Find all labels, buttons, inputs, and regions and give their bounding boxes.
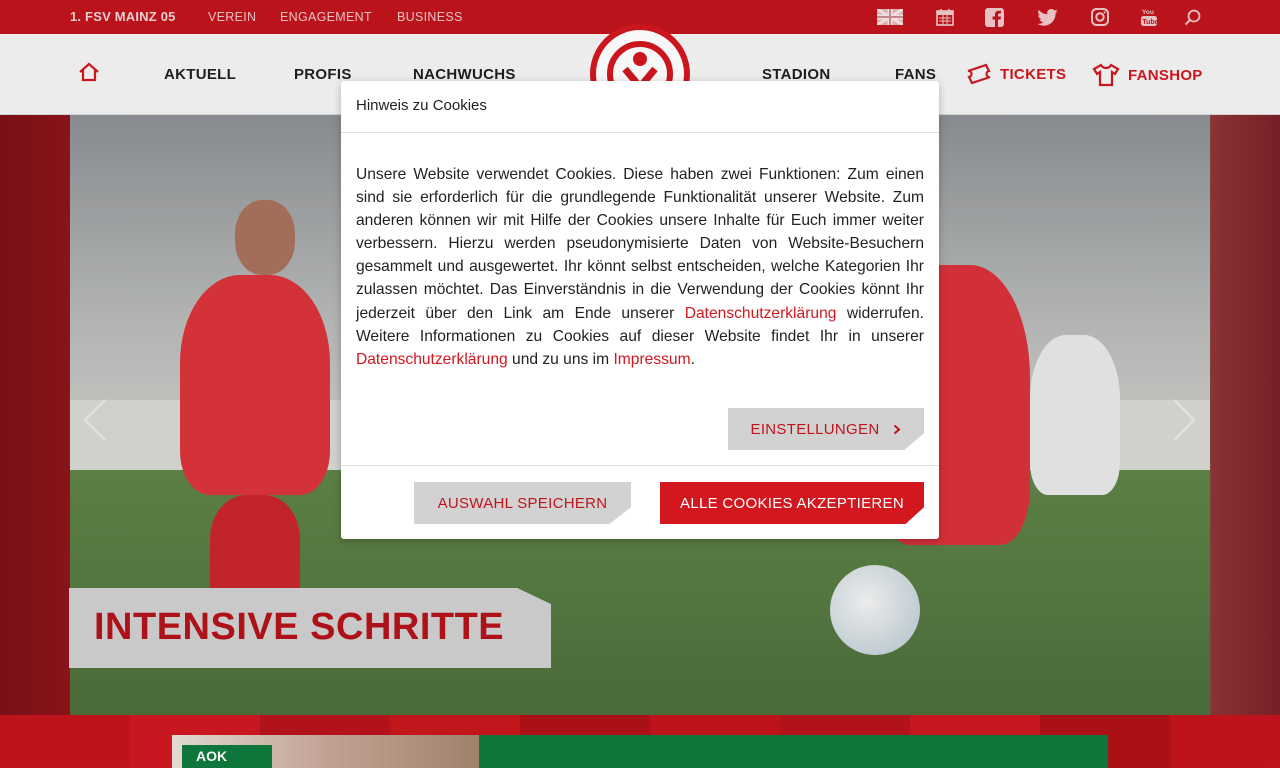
divider — [341, 465, 939, 466]
privacy-policy-link[interactable]: Datenschutzerklärung — [685, 305, 837, 322]
cookie-text-part: Unsere Website verwendet Cookies. Diese … — [356, 166, 924, 322]
cookie-text-part: . — [690, 350, 695, 368]
cookie-dialog: Hinweis zu Cookies Unsere Website verwen… — [341, 81, 939, 539]
save-selection-button[interactable]: AUSWAHL SPEICHERN — [414, 482, 631, 524]
imprint-link[interactable]: Impressum — [613, 351, 690, 368]
privacy-policy-link-2[interactable]: Datenschutzerklärung — [356, 351, 508, 368]
cookie-text-part: und zu uns im — [507, 350, 614, 368]
cookie-dialog-title: Hinweis zu Cookies — [356, 97, 487, 114]
accept-all-cookies-button[interactable]: ALLE COOKIES AKZEPTIEREN — [660, 482, 924, 524]
divider — [341, 132, 939, 133]
settings-button-label: EINSTELLUNGEN — [750, 420, 880, 438]
cookie-settings-button[interactable]: EINSTELLUNGEN — [728, 408, 924, 450]
chevron-right-icon — [894, 424, 901, 434]
cookie-dialog-text: Unsere Website verwendet Cookies. Diese … — [356, 163, 924, 371]
